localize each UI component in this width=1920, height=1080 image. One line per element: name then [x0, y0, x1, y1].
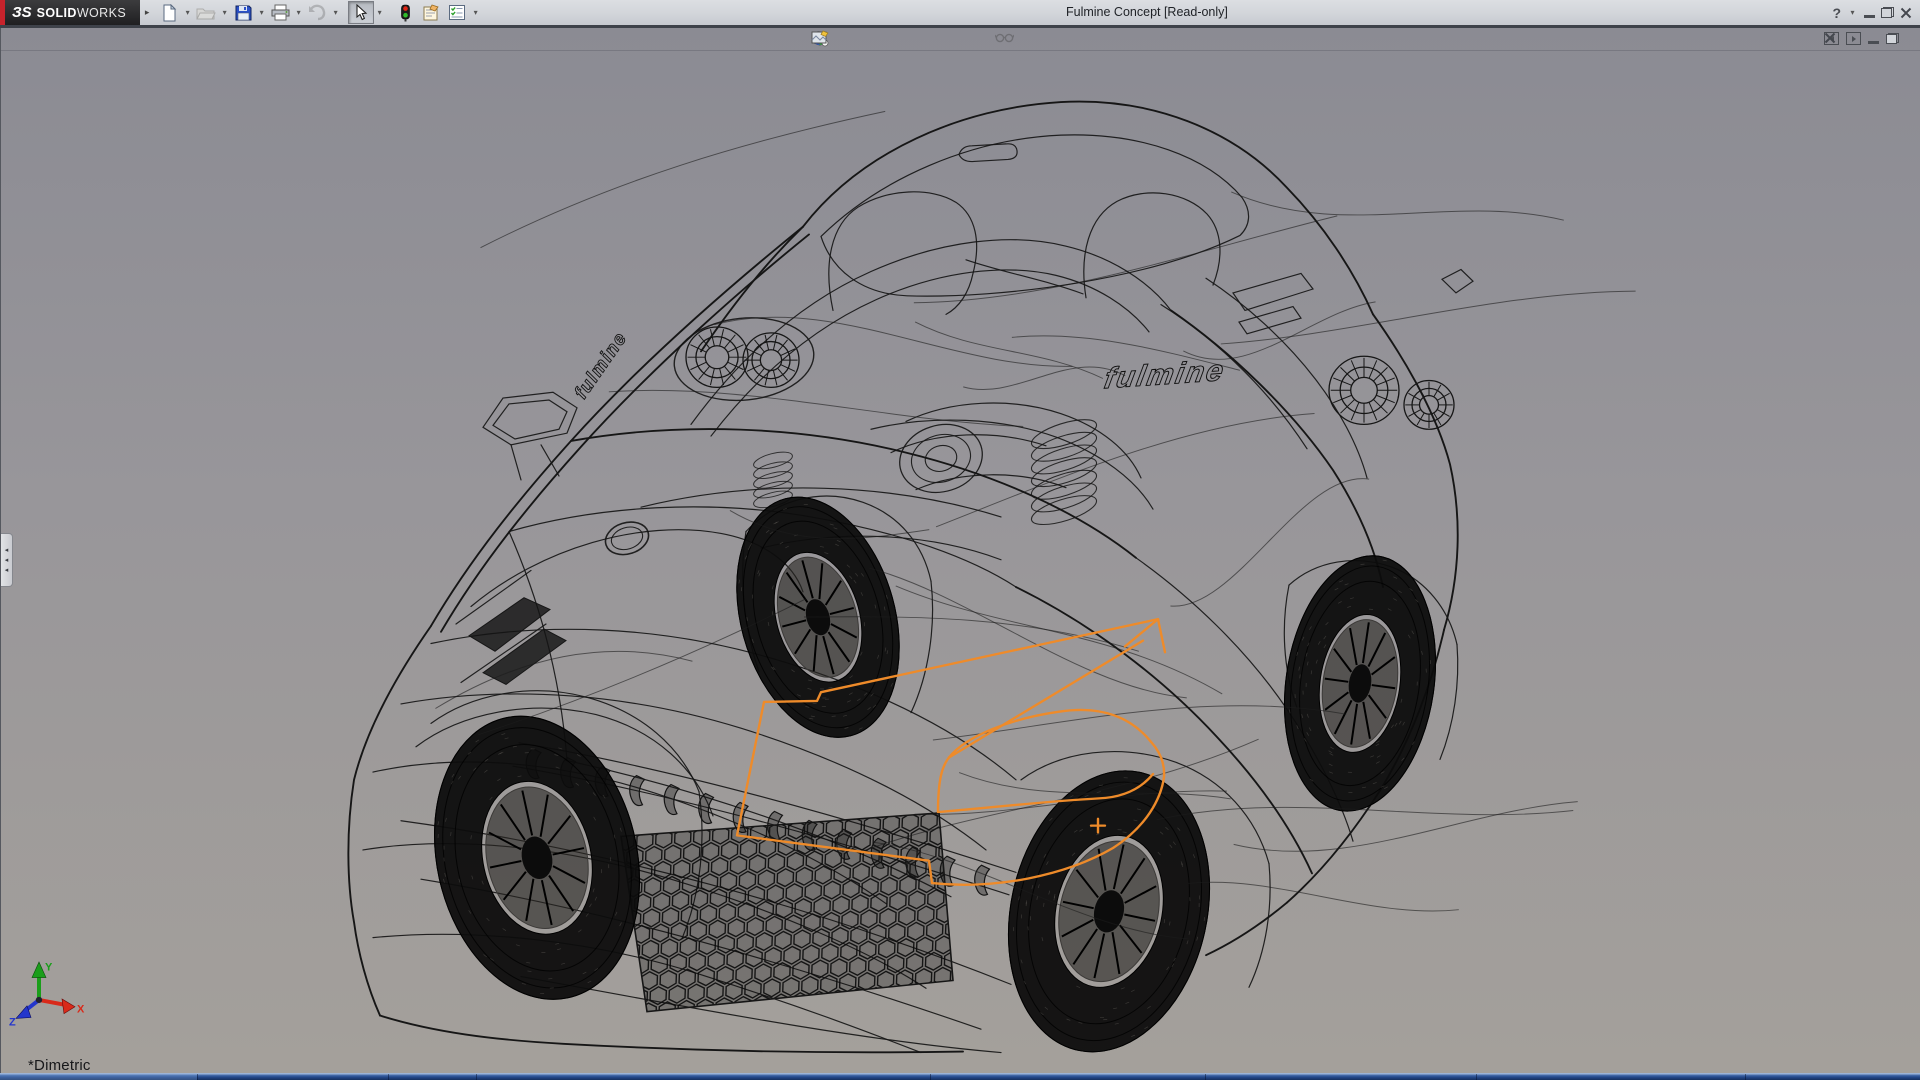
options-dropdown-arrow[interactable]: ▾	[470, 2, 481, 23]
view-settings-icon	[811, 30, 829, 45]
undo-dropdown-arrow[interactable]: ▾	[330, 2, 341, 23]
open-button[interactable]	[193, 1, 219, 24]
select-button[interactable]	[348, 1, 374, 24]
brand-name-bold: SOLID	[37, 6, 77, 20]
headsup-view-toolbar	[811, 30, 1122, 49]
taskbar-divider	[930, 1074, 931, 1080]
view-orientation-label: *Dimetric	[28, 1057, 91, 1074]
save-floppy-icon	[235, 4, 252, 21]
taskbar-edge[interactable]	[0, 1073, 1920, 1080]
pane-next-icon	[1852, 36, 1856, 42]
taskbar-divider	[476, 1074, 477, 1080]
new-document-icon	[160, 4, 178, 22]
pane-next-button[interactable]	[1846, 32, 1861, 45]
help-dropdown-arrow[interactable]: ▾	[1847, 2, 1858, 23]
window-title: Fulmine Concept [Read-only]	[1066, 5, 1228, 19]
taskbar-divider	[1745, 1074, 1746, 1080]
doc-minimize-icon	[1868, 41, 1879, 44]
zoom-to-area-button[interactable]	[837, 30, 858, 49]
collapse-arrow-icon: ◂	[5, 567, 9, 574]
doc-restore-button[interactable]	[1886, 33, 1899, 44]
taskbar-divider	[388, 1074, 389, 1080]
titlebar[interactable]: ЗS SOLIDWORKS ▸ ▾ ▾	[0, 0, 1920, 28]
window-controls: ? ▾	[1832, 0, 1912, 25]
svg-text:X: X	[77, 1004, 85, 1016]
document-window-controls	[1824, 32, 1906, 45]
select-cursor-icon	[354, 4, 368, 21]
minimize-button[interactable]	[1864, 7, 1875, 18]
new-dropdown-arrow[interactable]: ▾	[182, 2, 193, 23]
save-dropdown-arrow[interactable]: ▾	[256, 2, 267, 23]
taskbar-start-segment	[0, 1074, 197, 1080]
restore-icon	[1881, 7, 1894, 18]
undo-button[interactable]	[304, 1, 330, 24]
collapse-arrow-icon: ◂	[5, 557, 9, 564]
restore-button[interactable]	[1881, 7, 1894, 18]
undo-arrow-icon	[307, 4, 327, 21]
previous-view-button[interactable]	[863, 30, 884, 49]
doc-minimize-button[interactable]	[1868, 33, 1879, 44]
open-folder-icon	[196, 5, 216, 21]
select-dropdown-arrow[interactable]: ▾	[374, 2, 385, 23]
display-style-button[interactable]	[955, 30, 976, 49]
new-document-button[interactable]	[156, 1, 182, 24]
solidworks-window: ЗS SOLIDWORKS ▸ ▾ ▾	[0, 0, 1920, 1080]
brand-name-light: WORKS	[77, 6, 126, 20]
view-orientation-button[interactable]	[915, 30, 936, 49]
taskbar-divider	[197, 1074, 198, 1080]
minimize-icon	[1864, 15, 1875, 18]
logo-red-stripe	[0, 0, 5, 25]
main-toolbar: ▾ ▾ ▾	[156, 1, 481, 24]
taskbar-divider	[1205, 1074, 1206, 1080]
svg-text:Y: Y	[45, 962, 53, 974]
eyeglasses-icon	[995, 30, 1014, 44]
featuremanager-collapse-tab[interactable]: ◂ ◂ ◂	[1, 533, 13, 587]
taskbar-divider	[1476, 1074, 1477, 1080]
doc-restore-icon	[1886, 33, 1899, 44]
file-properties-icon	[422, 4, 441, 21]
apply-scene-button[interactable]	[1061, 30, 1082, 49]
close-button[interactable]	[1900, 7, 1912, 19]
save-button[interactable]	[230, 1, 256, 24]
edit-appearance-button[interactable]	[1035, 30, 1056, 49]
headsup-divider	[1, 50, 1920, 51]
logo-mark: ЗS	[12, 4, 32, 21]
rebuild-button[interactable]	[392, 1, 418, 24]
rebuild-trafficlight-icon	[400, 4, 411, 22]
help-button[interactable]: ?	[1832, 5, 1841, 21]
close-icon	[1900, 7, 1912, 19]
hide-show-items-button[interactable]	[995, 30, 1016, 49]
print-icon	[271, 4, 290, 21]
options-button[interactable]	[444, 1, 470, 24]
model-badge-text: fulmine	[1102, 355, 1228, 396]
section-view-button[interactable]	[889, 30, 910, 49]
collapse-arrow-icon: ◂	[5, 547, 9, 554]
menu-expander-icon[interactable]: ▸	[140, 7, 154, 18]
model-wireframe-canvas[interactable]: fulminefulmineYXZ	[1, 28, 1920, 1073]
svg-text:Z: Z	[9, 1016, 16, 1028]
axis-triad: Y X Z	[9, 962, 85, 1028]
print-button[interactable]	[267, 1, 293, 24]
file-properties-button[interactable]	[418, 1, 444, 24]
open-dropdown-arrow[interactable]: ▾	[219, 2, 230, 23]
options-checklist-icon	[448, 4, 466, 21]
print-dropdown-arrow[interactable]: ▾	[293, 2, 304, 23]
doc-close-icon	[1824, 32, 1836, 44]
solidworks-logo: ЗS SOLIDWORKS	[0, 0, 140, 25]
graphics-area[interactable]: fulminefulmineYXZ	[0, 28, 1920, 1073]
view-settings-button[interactable]	[1101, 30, 1122, 49]
